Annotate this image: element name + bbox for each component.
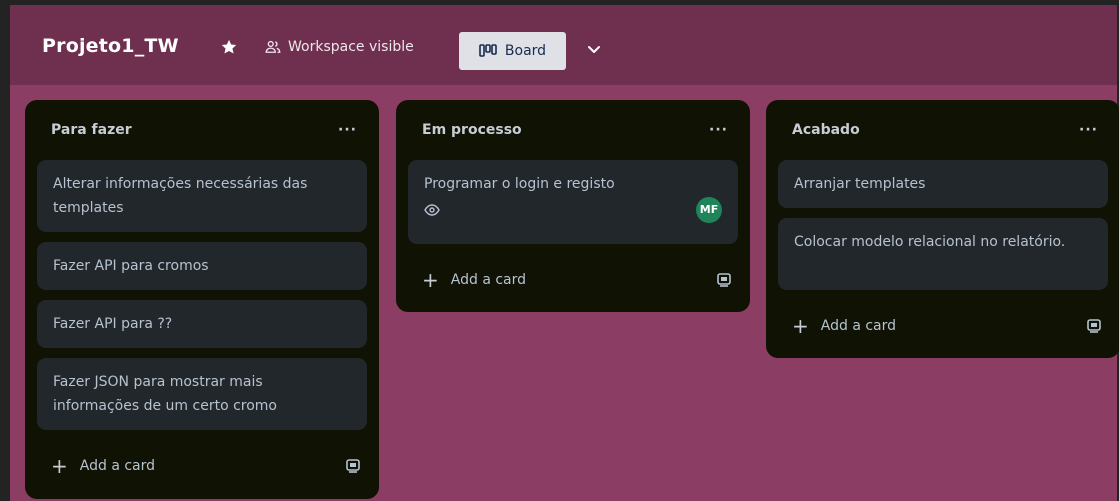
list-title[interactable]: Para fazer	[51, 122, 132, 138]
board-header: Projeto1_TW Workspace visible Board	[10, 5, 1117, 85]
board-title[interactable]: Projeto1_TW	[42, 35, 179, 57]
chevron-down-icon	[588, 46, 600, 53]
plus-icon: +	[792, 314, 809, 338]
workspace-visibility-button[interactable]: Workspace visible	[264, 35, 414, 59]
list-para-fazer: Para fazer ··· Alterar informações neces…	[25, 100, 379, 499]
card-badges: MF	[424, 197, 722, 223]
list-title[interactable]: Acabado	[792, 122, 860, 138]
star-button[interactable]	[215, 33, 243, 61]
add-card-button[interactable]: + Add a card	[422, 270, 526, 290]
add-card-label: Add a card	[79, 458, 156, 474]
card[interactable]: Fazer JSON para mostrar mais informações…	[37, 358, 367, 430]
list-title[interactable]: Em processo	[422, 122, 522, 138]
card[interactable]: Fazer API para ??	[37, 300, 367, 348]
create-from-template-button[interactable]	[716, 272, 732, 288]
add-card-button[interactable]: + Add a card	[51, 456, 155, 476]
add-card-row: + Add a card	[396, 254, 750, 306]
board-view-icon	[479, 44, 497, 57]
list-header: Para fazer ···	[25, 100, 379, 160]
plus-icon: +	[422, 268, 439, 292]
eye-icon	[424, 204, 440, 216]
list-menu-button[interactable]: ···	[1079, 122, 1098, 138]
add-card-label: Add a card	[450, 272, 527, 288]
add-card-row: + Add a card	[25, 440, 379, 492]
add-card-button[interactable]: + Add a card	[792, 316, 896, 336]
add-card-label: Add a card	[820, 318, 897, 334]
people-icon	[265, 40, 281, 53]
list-header: Acabado ···	[766, 100, 1119, 160]
add-card-row: + Add a card	[766, 300, 1119, 352]
visibility-label: Workspace visible	[288, 39, 414, 55]
plus-icon: +	[51, 454, 68, 478]
list-menu-button[interactable]: ···	[709, 122, 728, 138]
card[interactable]: Arranjar templates	[778, 160, 1108, 208]
view-switcher-button[interactable]	[580, 35, 608, 63]
card[interactable]: Colocar modelo relacional no relatório.	[778, 218, 1108, 290]
board-view-label: Board	[504, 43, 547, 59]
list-menu-button[interactable]: ···	[338, 122, 357, 138]
card[interactable]: Alterar informações necessárias das temp…	[37, 160, 367, 232]
card[interactable]: Fazer API para cromos	[37, 242, 367, 290]
member-avatar[interactable]: MF	[696, 197, 722, 223]
card[interactable]: Programar o login e registo MF	[408, 160, 738, 244]
card-title: Programar o login e registo	[424, 176, 615, 192]
star-icon	[221, 39, 237, 54]
create-from-template-button[interactable]	[1086, 318, 1102, 334]
board-view-button[interactable]: Board	[459, 32, 566, 70]
create-from-template-button[interactable]	[345, 458, 361, 474]
list-header: Em processo ···	[396, 100, 750, 160]
list-em-processo: Em processo ··· Programar o login e regi…	[396, 100, 750, 312]
list-acabado: Acabado ··· Arranjar templates Colocar m…	[766, 100, 1119, 358]
